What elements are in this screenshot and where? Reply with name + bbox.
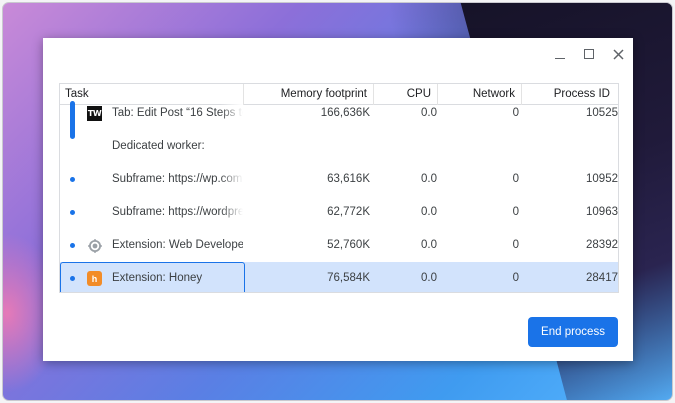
task-name: Extension: Honey (112, 272, 203, 284)
table-row[interactable]: TW Tab: Edit Post “16 Steps to 166,636K … (60, 97, 618, 139)
gear-icon (87, 238, 102, 253)
process-dot (70, 243, 75, 248)
memory-value: 62,772K (327, 206, 370, 218)
end-process-button[interactable]: End process (528, 317, 618, 347)
icon-letters: TW (87, 109, 102, 118)
cpu-value: 0.0 (421, 107, 437, 119)
table-row[interactable]: Dedicated worker: (60, 130, 618, 163)
network-value: 0 (512, 206, 519, 218)
process-table: Task Memory footprint CPU Network Proces… (59, 83, 619, 293)
cpu-value: 0.0 (421, 239, 437, 251)
process-id-value: 10525 (586, 107, 618, 119)
table-row[interactable]: Extension: Web Developer 52,760K 0.0 0 2… (60, 229, 618, 262)
memory-value: 76,584K (327, 272, 370, 284)
task-name: Extension: Web Developer (112, 239, 243, 251)
memory-value: 166,636K (320, 107, 370, 119)
process-id-value: 28392 (586, 239, 618, 251)
close-button[interactable] (608, 44, 628, 64)
process-id-value: 10963 (586, 206, 618, 218)
process-dot (70, 177, 75, 182)
network-value: 0 (512, 272, 519, 284)
network-value: 0 (512, 239, 519, 251)
table-row-selected[interactable]: h Extension: Honey 76,584K 0.0 0 28417 (60, 262, 618, 292)
memory-value: 63,616K (327, 173, 370, 185)
minimize-button[interactable] (550, 44, 570, 64)
close-icon (612, 48, 624, 60)
text-fade (220, 163, 243, 196)
task-manager-window: Task Memory footprint CPU Network Proces… (43, 38, 633, 361)
process-id-value: 10952 (586, 173, 618, 185)
network-value: 0 (512, 107, 519, 119)
table-row[interactable]: Subframe: https://wordpre 62,772K 0.0 0 … (60, 196, 618, 229)
cpu-value: 0.0 (421, 272, 437, 284)
text-fade (220, 196, 243, 229)
network-value: 0 (512, 173, 519, 185)
process-dot (70, 210, 75, 215)
maximize-icon (584, 49, 594, 59)
tw-icon: TW (87, 106, 102, 121)
table-row[interactable]: Subframe: https://wp.com 63,616K 0.0 0 1… (60, 163, 618, 196)
process-dot (70, 276, 75, 281)
memory-value: 52,760K (327, 239, 370, 251)
maximize-button[interactable] (579, 44, 599, 64)
minimize-icon (555, 49, 565, 60)
task-name: Dedicated worker: (112, 140, 205, 152)
cpu-value: 0.0 (421, 206, 437, 218)
icon-letters: h (91, 273, 98, 284)
text-fade (220, 97, 243, 130)
honey-icon: h (87, 271, 102, 286)
process-id-value: 28417 (586, 272, 618, 284)
cpu-value: 0.0 (421, 173, 437, 185)
